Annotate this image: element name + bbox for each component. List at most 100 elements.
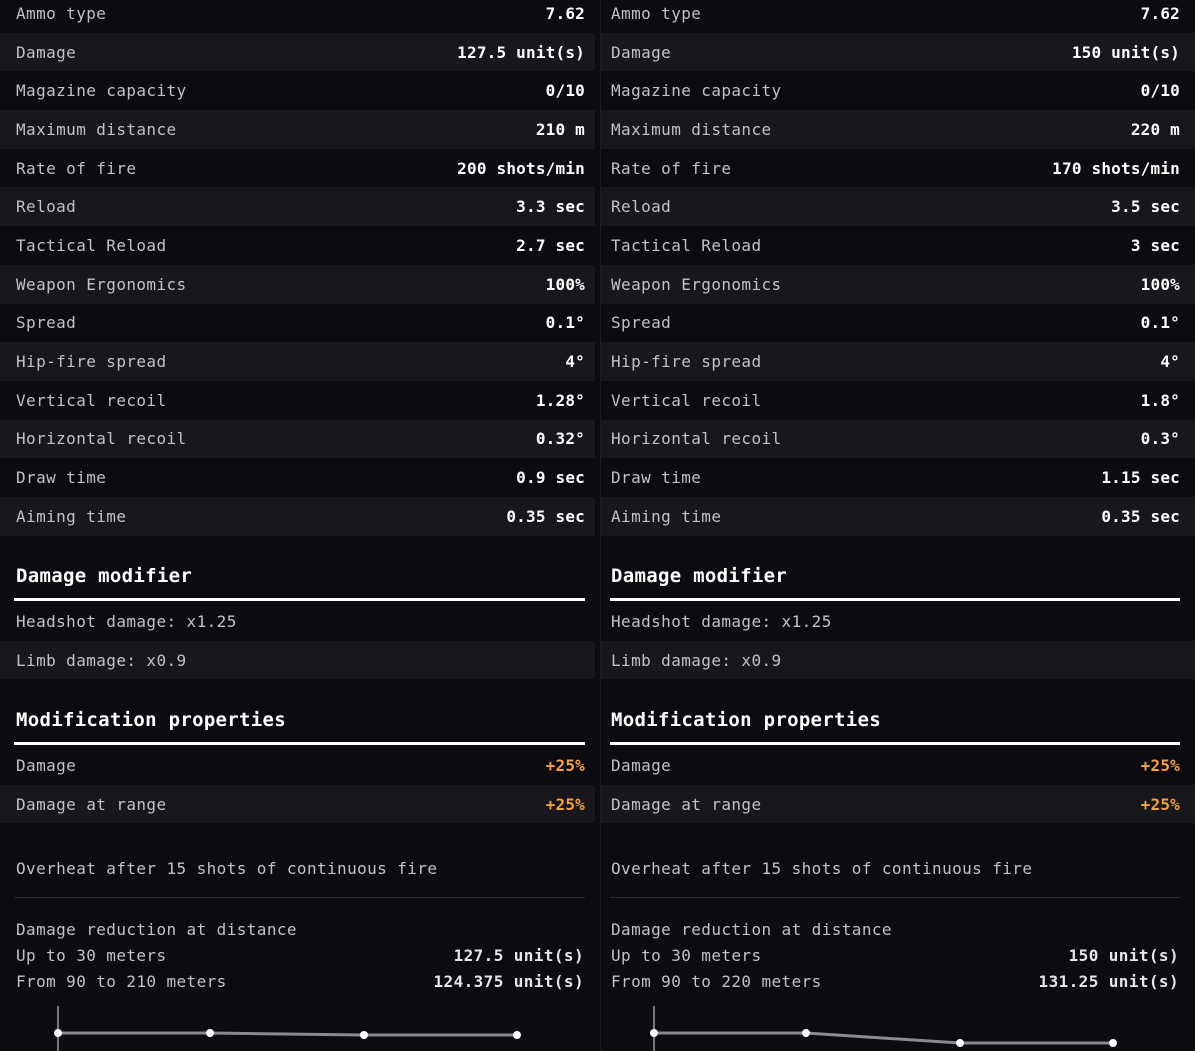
modification-item: Damage at range +25% bbox=[601, 784, 1195, 824]
damage-modifier-item: Limb damage: x0.9 bbox=[601, 640, 1195, 680]
stat-row: Hip-fire spread 4° bbox=[601, 342, 1195, 381]
stat-row: Draw time 1.15 sec bbox=[601, 458, 1195, 497]
damage-reduction-title: Damage reduction at distance bbox=[611, 920, 892, 939]
distance-damage-value: 124.375 unit(s) bbox=[433, 972, 584, 991]
stat-value: 200 shots/min bbox=[457, 158, 585, 178]
damage-modifier-item: Limb damage: x0.9 bbox=[0, 640, 595, 680]
falloff-point bbox=[513, 1031, 521, 1039]
stat-value: 210 m bbox=[535, 119, 585, 139]
stat-label: Reload bbox=[16, 197, 77, 217]
stat-label: Reload bbox=[611, 197, 672, 217]
stat-label: Vertical recoil bbox=[611, 390, 762, 410]
stat-label: Magazine capacity bbox=[611, 81, 782, 101]
modification-value: +25% bbox=[1140, 794, 1180, 814]
modification-list: Damage +25% Damage at range +25% bbox=[601, 746, 1195, 824]
stat-label: Horizontal recoil bbox=[16, 429, 187, 449]
damage-modifier-list: Headshot damage: x1.25 Limb damage: x0.9 bbox=[0, 602, 595, 680]
stat-label: Aiming time bbox=[611, 506, 722, 526]
modification-item: Damage +25% bbox=[0, 746, 595, 785]
stat-row: Ammo type 7.62 bbox=[0, 0, 595, 33]
damage-modifier-item: Headshot damage: x1.25 bbox=[601, 602, 1195, 641]
section-underline bbox=[610, 598, 1180, 601]
stat-label: Tactical Reload bbox=[16, 235, 167, 255]
stat-value: 0/10 bbox=[1140, 81, 1180, 101]
falloff-point bbox=[650, 1029, 658, 1037]
distance-damage-value: 127.5 unit(s) bbox=[453, 946, 584, 965]
stat-label: Maximum distance bbox=[16, 119, 177, 139]
stat-value: 220 m bbox=[1130, 119, 1180, 139]
stat-value: 0.3° bbox=[1140, 429, 1180, 449]
damage-reduction-title: Damage reduction at distance bbox=[16, 920, 297, 939]
weapon-column-left: Ammo type 7.62 Damage 127.5 unit(s) Magazine… bbox=[0, 0, 595, 1051]
stat-row: Rate of fire 200 shots/min bbox=[0, 149, 595, 188]
falloff-line bbox=[654, 1031, 1113, 1045]
stat-value: 0/10 bbox=[545, 81, 585, 101]
modification-item: Damage +25% bbox=[601, 746, 1195, 785]
modification-label: Damage bbox=[611, 755, 672, 775]
falloff-point bbox=[54, 1029, 62, 1037]
stat-value: 4° bbox=[1160, 352, 1180, 372]
stat-value: 3.5 sec bbox=[1111, 197, 1180, 217]
stat-label: Maximum distance bbox=[611, 119, 772, 139]
stat-value: 0.35 sec bbox=[1101, 506, 1180, 526]
stat-label: Magazine capacity bbox=[16, 81, 187, 101]
section-underline bbox=[610, 742, 1180, 745]
stat-row: Hip-fire spread 4° bbox=[0, 342, 595, 381]
stat-row: Maximum distance 220 m bbox=[601, 110, 1195, 149]
stat-label: Rate of fire bbox=[611, 158, 732, 178]
stat-row: Damage 150 unit(s) bbox=[601, 32, 1195, 72]
damage-reduction-line: Up to 30 meters 150 unit(s) bbox=[611, 946, 1179, 965]
distance-label: From 90 to 220 meters bbox=[611, 972, 822, 991]
damage-modifier-item: Headshot damage: x1.25 bbox=[0, 602, 595, 641]
stat-row: Reload 3.3 sec bbox=[0, 187, 595, 227]
stat-label: Horizontal recoil bbox=[611, 429, 782, 449]
modifier-text: Limb damage: x0.9 bbox=[16, 650, 187, 670]
stat-row: Weapon Ergonomics 100% bbox=[601, 264, 1195, 304]
stat-row: Horizontal recoil 0.3° bbox=[601, 419, 1195, 459]
stat-row: Ammo type 7.62 bbox=[601, 0, 1195, 33]
stat-value: 1.28° bbox=[535, 390, 585, 410]
falloff-point bbox=[956, 1039, 964, 1047]
distance-label: From 90 to 210 meters bbox=[16, 972, 227, 991]
distance-label: Up to 30 meters bbox=[16, 946, 167, 965]
stats-table: Ammo type 7.62 Damage 150 unit(s) Magazine c… bbox=[601, 0, 1195, 536]
modification-value: +25% bbox=[545, 794, 585, 814]
modifier-text: Headshot damage: x1.25 bbox=[611, 611, 832, 631]
stat-row: Weapon Ergonomics 100% bbox=[0, 264, 595, 304]
stat-label: Hip-fire spread bbox=[16, 352, 167, 372]
stat-value: 0.35 sec bbox=[506, 506, 585, 526]
falloff-point bbox=[206, 1029, 214, 1037]
stat-label: Tactical Reload bbox=[611, 235, 762, 255]
stat-row: Spread 0.1° bbox=[601, 304, 1195, 343]
stat-value: 3.3 sec bbox=[516, 197, 585, 217]
stat-row: Maximum distance 210 m bbox=[0, 110, 595, 149]
stat-label: Vertical recoil bbox=[16, 390, 167, 410]
stat-label: Ammo type bbox=[611, 3, 702, 23]
stat-row: Vertical recoil 1.28° bbox=[0, 381, 595, 420]
stat-row: Tactical Reload 3 sec bbox=[601, 226, 1195, 265]
stat-value: 7.62 bbox=[545, 3, 585, 23]
divider bbox=[14, 897, 585, 898]
modification-item: Damage at range +25% bbox=[0, 784, 595, 824]
stat-label: Damage bbox=[611, 42, 672, 62]
stat-row: Aiming time 0.35 sec bbox=[601, 496, 1195, 536]
stat-label: Ammo type bbox=[16, 3, 107, 23]
stat-label: Hip-fire spread bbox=[611, 352, 762, 372]
weapon-comparison: Ammo type 7.62 Damage 127.5 unit(s) Magazine… bbox=[0, 0, 1195, 1051]
stat-row: Damage 127.5 unit(s) bbox=[0, 32, 595, 72]
stat-label: Spread bbox=[611, 313, 672, 333]
falloff-line bbox=[58, 1031, 517, 1037]
modification-label: Damage at range bbox=[611, 794, 762, 814]
modification-properties-title: Modification properties bbox=[611, 709, 881, 731]
stat-value: 1.8° bbox=[1140, 390, 1180, 410]
modifier-text: Limb damage: x0.9 bbox=[611, 650, 782, 670]
stat-value: 7.62 bbox=[1140, 3, 1180, 23]
stat-label: Spread bbox=[16, 313, 77, 333]
falloff-point bbox=[1109, 1039, 1117, 1047]
overheat-note: Overheat after 15 shots of continuous fi… bbox=[16, 859, 438, 878]
stat-label: Weapon Ergonomics bbox=[611, 274, 782, 294]
falloff-point bbox=[360, 1031, 368, 1039]
damage-falloff-graph bbox=[54, 1006, 521, 1051]
distance-damage-value: 131.25 unit(s) bbox=[1038, 972, 1179, 991]
stat-value: 0.1° bbox=[1140, 313, 1180, 333]
